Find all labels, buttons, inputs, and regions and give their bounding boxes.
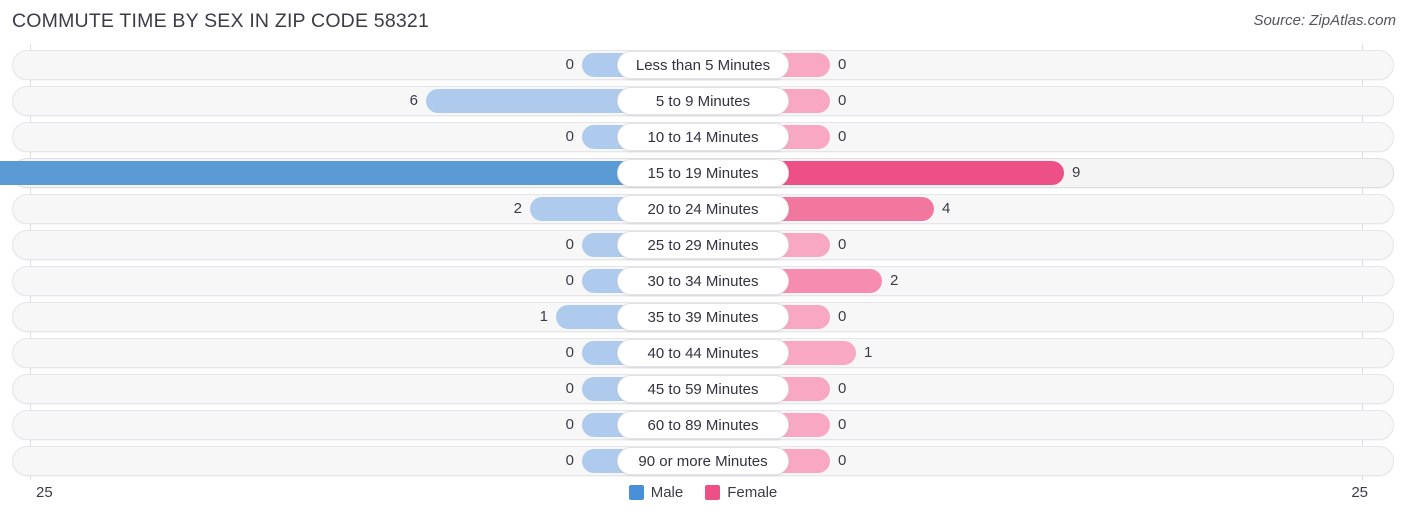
legend-swatch-female-icon (705, 485, 721, 500)
value-label-female: 0 (838, 308, 847, 325)
legend-item-female[interactable]: Female (705, 484, 777, 501)
legend-item-male[interactable]: Male (628, 484, 684, 501)
chart-footer: 25 25 Male Female (0, 480, 1406, 523)
value-label-female: 2 (890, 272, 899, 289)
category-label: 60 to 89 Minutes (617, 411, 789, 439)
value-label-female: 1 (864, 344, 873, 361)
value-label-female: 9 (1072, 164, 1081, 181)
category-label: 40 to 44 Minutes (617, 339, 789, 367)
value-label-female: 0 (838, 92, 847, 109)
chart-header: COMMUTE TIME BY SEX IN ZIP CODE 58321 So… (0, 0, 1406, 44)
value-label-male: 0 (565, 272, 574, 289)
value-label-female: 0 (838, 128, 847, 145)
row-bars: 25 9 15 to 19 Minutes (0, 158, 1406, 188)
value-label-male: 1 (539, 308, 548, 325)
page-title: COMMUTE TIME BY SEX IN ZIP CODE 58321 (12, 10, 430, 32)
value-label-female: 0 (838, 452, 847, 469)
row-bars: 0 0 45 to 59 Minutes (0, 374, 1406, 404)
row-bars: 0 0 10 to 14 Minutes (0, 122, 1406, 152)
row-bars: 6 0 5 to 9 Minutes (0, 86, 1406, 116)
value-label-female: 0 (838, 236, 847, 253)
chart-plot-area: 0 0 Less than 5 Minutes 6 0 5 to 9 Minutes 0 0 1… (0, 44, 1406, 480)
row-bars: 2 4 20 to 24 Minutes (0, 194, 1406, 224)
value-label-male: 6 (409, 92, 418, 109)
category-label: 10 to 14 Minutes (617, 123, 789, 151)
value-label-male: 0 (565, 344, 574, 361)
value-label-female: 0 (838, 56, 847, 73)
value-label-male: 2 (513, 200, 522, 217)
row-bars: 1 0 35 to 39 Minutes (0, 302, 1406, 332)
row-bars: 0 2 30 to 34 Minutes (0, 266, 1406, 296)
value-label-male: 0 (565, 236, 574, 253)
value-label-male: 0 (565, 128, 574, 145)
bar-male (426, 89, 643, 113)
category-label: Less than 5 Minutes (617, 51, 789, 79)
value-label-female: 0 (838, 416, 847, 433)
legend-label-female: Female (727, 484, 778, 501)
value-label-male: 0 (565, 416, 574, 433)
value-label-male: 0 (565, 380, 574, 397)
category-label: 45 to 59 Minutes (617, 375, 789, 403)
value-label-female: 0 (838, 380, 847, 397)
legend-label-male: Male (650, 484, 684, 501)
bar-female (769, 197, 934, 221)
value-label-female: 4 (942, 200, 951, 217)
row-bars: 0 1 40 to 44 Minutes (0, 338, 1406, 368)
value-label-male: 0 (565, 452, 574, 469)
category-label: 30 to 34 Minutes (617, 267, 789, 295)
category-label: 90 or more Minutes (617, 447, 789, 475)
value-label-male: 0 (565, 56, 574, 73)
bar-female (769, 161, 1064, 185)
category-label: 5 to 9 Minutes (617, 87, 789, 115)
row-bars: 0 0 25 to 29 Minutes (0, 230, 1406, 260)
bar-male (0, 161, 643, 185)
category-label: 35 to 39 Minutes (617, 303, 789, 331)
category-label: 25 to 29 Minutes (617, 231, 789, 259)
source-attribution: Source: ZipAtlas.com (1253, 12, 1396, 29)
row-bars: 0 0 60 to 89 Minutes (0, 410, 1406, 440)
row-bars: 0 0 Less than 5 Minutes (0, 50, 1406, 80)
chart-legend: Male Female (0, 484, 1406, 501)
category-label: 15 to 19 Minutes (617, 159, 789, 187)
value-label-male: 25 (0, 158, 4, 188)
row-bars: 0 0 90 or more Minutes (0, 446, 1406, 476)
legend-swatch-male-icon (628, 485, 644, 500)
category-label: 20 to 24 Minutes (617, 195, 789, 223)
